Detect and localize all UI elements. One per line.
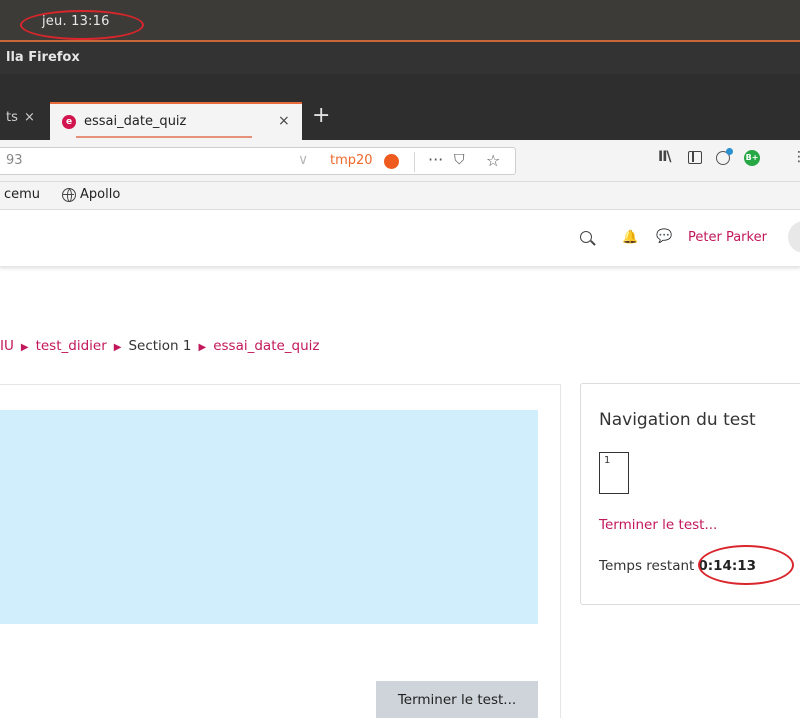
timer-highlight-ellipse bbox=[698, 545, 794, 585]
page-actions-more-icon[interactable]: ··· bbox=[428, 150, 443, 169]
library-icon[interactable]: II\ bbox=[658, 149, 671, 165]
extension-icon[interactable]: B+ bbox=[744, 150, 760, 166]
site-favicon-icon: e bbox=[62, 115, 76, 129]
account-notification-dot-icon bbox=[726, 148, 733, 155]
bookmark-item[interactable]: Apollo bbox=[80, 187, 120, 202]
search-icon[interactable] bbox=[580, 231, 592, 243]
tab-close-icon[interactable]: × bbox=[278, 113, 290, 129]
bookmarks-bar: cemu Apollo bbox=[0, 182, 800, 210]
time-remaining-label: Temps restant bbox=[599, 558, 695, 574]
breadcrumb-separator-icon: ▶ bbox=[198, 342, 207, 353]
url-dropdown-chevron-icon[interactable]: ∨ bbox=[298, 152, 308, 168]
breadcrumb-item[interactable]: test_didier bbox=[36, 338, 107, 354]
container-label: tmp20 bbox=[330, 153, 373, 168]
url-text[interactable]: 93 bbox=[6, 153, 23, 168]
menu-overflow-icon[interactable]: ⋮ bbox=[792, 149, 800, 165]
tab-previous-close-icon[interactable]: × bbox=[24, 110, 35, 125]
breadcrumb-item[interactable]: IU bbox=[0, 338, 14, 354]
quiz-navigation-title: Navigation du test bbox=[599, 410, 756, 430]
tab-active[interactable]: e essai_date_quiz × bbox=[50, 102, 302, 140]
question-navigation-button[interactable]: 1 bbox=[599, 452, 629, 494]
breadcrumb-item: Section 1 bbox=[128, 338, 192, 354]
site-header: 🔔 💬 Peter Parker bbox=[0, 211, 800, 267]
container-dot-icon bbox=[384, 154, 399, 169]
finish-attempt-button[interactable]: Terminer le test... bbox=[376, 681, 538, 718]
tab-previous-label[interactable]: ts bbox=[6, 110, 18, 125]
question-number: 1 bbox=[604, 455, 611, 466]
column-divider bbox=[560, 384, 561, 718]
messages-chat-icon[interactable]: 💬 bbox=[656, 229, 672, 244]
url-separator bbox=[414, 152, 415, 172]
url-bar[interactable]: 93 ∨ tmp20 ··· ⛉ ☆ bbox=[0, 147, 516, 175]
sidebar-icon[interactable] bbox=[688, 151, 702, 164]
question-content-box bbox=[0, 410, 538, 624]
bookmark-item[interactable]: cemu bbox=[4, 187, 40, 202]
tab-active-label: essai_date_quiz bbox=[84, 114, 187, 129]
clock-highlight-ellipse bbox=[20, 10, 144, 40]
tab-loading-underline bbox=[76, 136, 252, 138]
new-tab-button[interactable]: + bbox=[312, 103, 330, 128]
navigation-bar: 93 ∨ tmp20 ··· ⛉ ☆ bbox=[0, 140, 800, 182]
breadcrumb-item[interactable]: essai_date_quiz bbox=[213, 338, 319, 354]
bookmark-star-icon[interactable]: ☆ bbox=[486, 151, 500, 170]
globe-icon bbox=[62, 188, 76, 202]
window-title-bar: lla Firefox bbox=[0, 42, 800, 74]
breadcrumb-separator-icon: ▶ bbox=[113, 342, 122, 353]
finish-attempt-link[interactable]: Terminer le test... bbox=[599, 517, 717, 533]
avatar[interactable] bbox=[788, 221, 800, 253]
main-divider bbox=[0, 384, 560, 385]
user-menu-name[interactable]: Peter Parker bbox=[688, 230, 767, 245]
window-title: lla Firefox bbox=[6, 50, 80, 65]
breadcrumb-separator-icon: ▶ bbox=[20, 342, 29, 353]
pocket-icon[interactable]: ⛉ bbox=[454, 152, 465, 168]
notifications-bell-icon[interactable]: 🔔 bbox=[622, 230, 638, 245]
breadcrumb: IU ▶ test_didier ▶ Section 1 ▶ essai_date_quiz bbox=[0, 338, 320, 354]
